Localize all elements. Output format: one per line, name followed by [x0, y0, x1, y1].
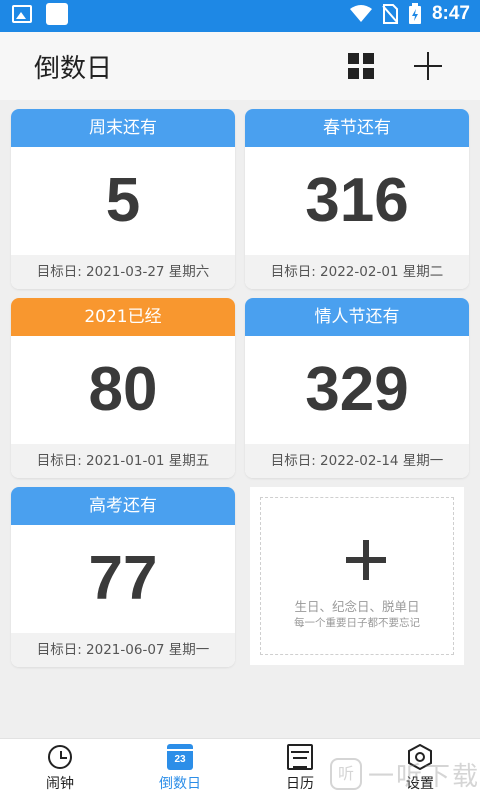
countdown-card[interactable]: 2021已经 80 目标日: 2021-01-01 星期五 — [11, 298, 235, 478]
add-plus-icon — [346, 540, 386, 580]
countdown-card[interactable]: 情人节还有 329 目标日: 2022-02-14 星期一 — [245, 298, 469, 478]
card-title: 春节还有 — [245, 109, 469, 147]
app-header: 倒数日 — [0, 32, 480, 100]
status-time: 8:47 — [431, 3, 470, 24]
card-target-date: 目标日: 2021-01-01 星期五 — [11, 444, 235, 478]
image-notification-icon — [12, 5, 32, 23]
card-days: 77 — [88, 544, 158, 613]
alarm-clock-icon — [48, 745, 72, 769]
card-days: 5 — [105, 166, 141, 235]
card-days: 329 — [305, 355, 409, 424]
calendar-countdown-icon: 23 — [167, 744, 193, 770]
battery-charging-icon — [408, 3, 421, 24]
calendar-icon-number: 23 — [174, 754, 186, 765]
grid-view-icon[interactable] — [348, 53, 374, 79]
countdown-card[interactable]: 高考还有 77 目标日: 2021-06-07 星期一 — [11, 487, 235, 667]
card-target-date: 目标日: 2022-02-14 星期一 — [245, 444, 469, 478]
countdown-card[interactable]: 周末还有 5 目标日: 2021-03-27 星期六 — [11, 109, 235, 289]
card-target-date: 目标日: 2022-02-01 星期二 — [245, 255, 469, 289]
add-card-dashed-area: 生日、纪念日、脱单日 每一个重要日子都不要忘记 — [260, 497, 454, 655]
nav-alarm[interactable]: 闹钟 — [0, 739, 120, 800]
nav-label: 倒数日 — [159, 776, 201, 792]
nav-countdown[interactable]: 23 倒数日 — [120, 739, 240, 800]
add-icon[interactable] — [414, 52, 442, 80]
card-days: 80 — [88, 355, 158, 424]
card-title: 情人节还有 — [245, 298, 469, 336]
card-title: 高考还有 — [11, 487, 235, 525]
card-title: 2021已经 — [11, 298, 235, 336]
add-card-hint: 生日、纪念日、脱单日 — [294, 599, 420, 614]
status-bar: 8:47 — [0, 0, 480, 32]
nav-label: 闹钟 — [46, 776, 74, 792]
countdown-card[interactable]: 春节还有 316 目标日: 2022-02-01 星期二 — [245, 109, 469, 289]
card-target-date: 目标日: 2021-06-07 星期一 — [11, 633, 235, 667]
no-sim-icon — [382, 4, 398, 24]
card-days: 316 — [305, 166, 409, 235]
add-card-subhint: 每一个重要日子都不要忘记 — [294, 617, 420, 629]
app-notification-icon — [46, 3, 68, 25]
calendar-icon — [287, 744, 313, 770]
card-title: 周末还有 — [11, 109, 235, 147]
wifi-icon — [349, 5, 372, 22]
watermark-text: 一听下载 — [368, 761, 480, 792]
card-target-date: 目标日: 2021-03-27 星期六 — [11, 255, 235, 289]
watermark: 听 一听下载 — [330, 752, 480, 796]
page-title: 倒数日 — [34, 54, 113, 84]
add-countdown-card[interactable]: 生日、纪念日、脱单日 每一个重要日子都不要忘记 — [250, 487, 464, 665]
watermark-logo: 听 — [330, 758, 362, 790]
